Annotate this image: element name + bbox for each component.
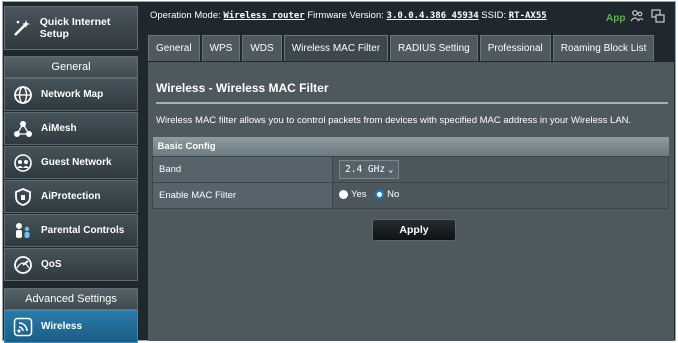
- band-label: Band: [152, 156, 333, 183]
- mac-filter-yes-radio[interactable]: Yes: [339, 189, 367, 200]
- sidebar: Quick Internet Setup General Network Map…: [4, 4, 138, 343]
- firmware-version-label: Firmware Version:: [307, 10, 384, 21]
- apply-button[interactable]: Apply: [372, 219, 456, 241]
- wand-icon: [11, 16, 34, 40]
- tab-roaming-block-list[interactable]: Roaming Block List: [552, 35, 655, 61]
- title-divider: [156, 102, 668, 104]
- sidebar-item-network-map[interactable]: Network Map: [4, 78, 138, 111]
- ssid-label: SSID:: [481, 10, 507, 21]
- sidebar-item-label: Parental Controls: [41, 225, 125, 236]
- mac-filter-no-radio[interactable]: No: [375, 189, 399, 200]
- radio-no-label: No: [387, 189, 400, 200]
- mesh-icon: [11, 117, 35, 141]
- tab-general[interactable]: General: [148, 35, 200, 61]
- advanced-settings-header: Advanced Settings: [4, 288, 138, 310]
- tab-wireless-mac-filter[interactable]: Wireless MAC Filter: [283, 35, 389, 61]
- sidebar-item-label: Wireless: [41, 321, 83, 332]
- tab-wps[interactable]: WPS: [201, 35, 241, 61]
- globe-icon: [11, 83, 35, 107]
- mac-filter-row: Enable MAC Filter Yes No: [152, 182, 669, 209]
- sidebar-item-guest-network[interactable]: Guest Network: [4, 146, 138, 179]
- tab-professional[interactable]: Professional: [479, 35, 551, 61]
- sidebar-item-aimesh[interactable]: AiMesh: [4, 112, 138, 145]
- sidebar-item-label: AiMesh: [41, 123, 77, 134]
- gauge-icon: [11, 253, 35, 277]
- guest-network-icon: [11, 151, 35, 175]
- sidebar-item-label: Network Map: [41, 89, 104, 100]
- quick-internet-setup-button[interactable]: Quick Internet Setup: [4, 6, 138, 50]
- band-value: 2.4 GHz: [345, 164, 386, 175]
- basic-config-header: Basic Config: [152, 137, 669, 157]
- content-panel: Wireless - Wireless MAC Filter Wireless …: [148, 62, 674, 341]
- ssid-link[interactable]: RT-AX55: [509, 11, 547, 21]
- operation-mode-label: Operation Mode:: [150, 10, 221, 21]
- band-row: Band 2.4 GHz ⌄: [152, 156, 669, 183]
- tab-radius-setting[interactable]: RADIUS Setting: [390, 35, 478, 61]
- sidebar-item-label: Guest Network: [41, 157, 112, 168]
- tab-bar: General WPS WDS Wireless MAC Filter RADI…: [148, 35, 655, 61]
- sidebar-item-label: QoS: [41, 259, 62, 270]
- page-title: Wireless - Wireless MAC Filter: [156, 81, 329, 95]
- app-link[interactable]: App: [606, 13, 625, 24]
- status-bar: Operation Mode: Wireless router Firmware…: [150, 10, 676, 28]
- operation-mode-link[interactable]: Wireless router: [223, 11, 304, 21]
- radio-yes-label: Yes: [351, 189, 367, 200]
- chevron-down-icon: ⌄: [388, 164, 394, 175]
- radio-no-dot: [375, 190, 385, 199]
- windows-icon[interactable]: [651, 9, 665, 23]
- mac-filter-label: Enable MAC Filter: [152, 182, 333, 209]
- wifi-icon: [11, 315, 35, 339]
- sidebar-item-label: AiProtection: [41, 191, 101, 202]
- shield-icon: [11, 185, 35, 209]
- basic-config-table: Basic Config Band 2.4 GHz ⌄ Enable MAC F…: [152, 137, 669, 209]
- sidebar-item-parental-controls[interactable]: Parental Controls: [4, 214, 138, 247]
- users-icon[interactable]: [630, 9, 644, 23]
- quick-internet-setup-label: Quick Internet Setup: [39, 16, 111, 40]
- sidebar-item-aiprotection[interactable]: AiProtection: [4, 180, 138, 213]
- sidebar-item-qos[interactable]: QoS: [4, 248, 138, 281]
- firmware-version-link[interactable]: 3.0.0.4.386_45934: [387, 11, 479, 21]
- sidebar-item-wireless[interactable]: Wireless: [4, 310, 138, 343]
- general-section-header: General: [4, 56, 138, 78]
- radio-yes-dot: [339, 190, 348, 199]
- parental-icon: [11, 219, 35, 243]
- tab-wds[interactable]: WDS: [242, 35, 282, 61]
- band-select[interactable]: 2.4 GHz ⌄: [339, 160, 400, 179]
- page-description: Wireless MAC filter allows you to contro…: [156, 115, 632, 126]
